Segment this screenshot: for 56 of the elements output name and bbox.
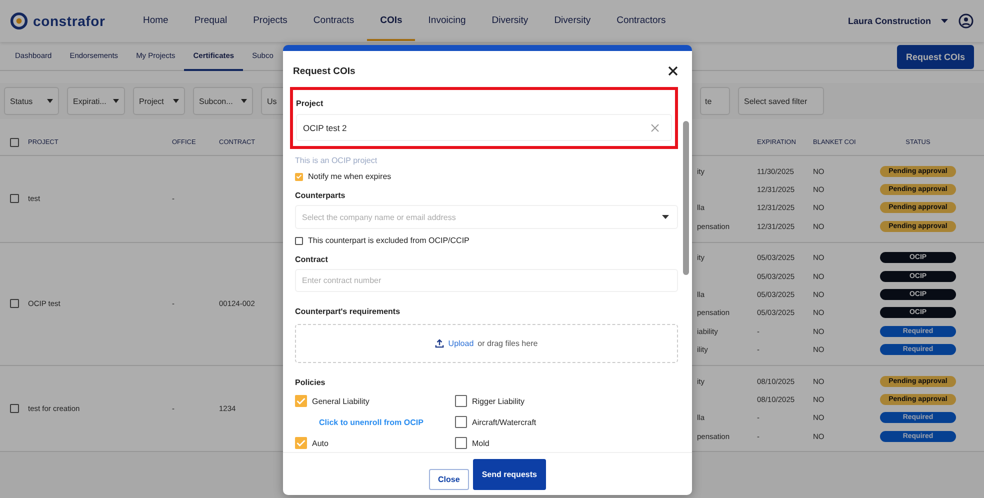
user-icon[interactable] — [958, 13, 974, 29]
field-label: Contract — [295, 255, 328, 264]
checkbox-label: Rigger Liability — [472, 396, 524, 406]
checkbox[interactable] — [455, 416, 467, 428]
caret-icon[interactable] — [941, 19, 948, 23]
checkbox[interactable] — [10, 299, 18, 308]
send-button[interactable]: Send requests — [472, 459, 546, 490]
field-label: Counterpart's requirements — [295, 306, 400, 316]
nav-link[interactable]: Invoicing — [415, 2, 479, 40]
nav-link[interactable]: Diversity — [541, 2, 604, 40]
nav-link[interactable]: Prequal — [181, 2, 240, 40]
close-icon[interactable] — [668, 66, 678, 76]
checkbox[interactable] — [455, 437, 467, 450]
checkbox-label: This counterpart is excluded from OCIP/CCIP — [308, 236, 470, 246]
nav-link[interactable]: Projects — [240, 2, 300, 40]
checkbox[interactable] — [10, 404, 18, 414]
close-button[interactable]: Close — [429, 469, 469, 490]
checkbox[interactable] — [455, 395, 467, 408]
filter-dropdown[interactable]: Expirati... — [67, 87, 125, 115]
caret-icon — [662, 215, 669, 220]
filter-dropdown[interactable]: te — [700, 87, 730, 115]
filter-dropdown[interactable]: Project — [133, 87, 185, 115]
nav-link[interactable]: COIs — [367, 2, 416, 40]
ocip-note: This is an OCIP project — [295, 156, 378, 165]
checkbox-label: Mold — [472, 438, 490, 448]
checkbox[interactable] — [10, 194, 18, 204]
nav-link[interactable]: Contracts — [300, 2, 368, 40]
upload-link[interactable]: Upload — [448, 338, 474, 348]
filter-dropdown[interactable]: Status — [4, 87, 59, 115]
checkbox-label: Auto — [312, 438, 328, 448]
checkbox[interactable] — [295, 395, 307, 408]
checkbox[interactable] — [295, 437, 307, 450]
checkbox-label: Notify me when expires — [308, 172, 392, 181]
field-label: Counterparts — [295, 191, 346, 200]
filter-dropdown[interactable]: Select saved filter — [738, 87, 824, 115]
nav-link[interactable]: Home — [130, 2, 182, 40]
nav-link[interactable]: Diversity — [478, 2, 542, 40]
filter-dropdown[interactable]: Subcon... — [193, 87, 253, 115]
checkbox[interactable] — [295, 172, 303, 180]
checkbox[interactable] — [10, 138, 18, 146]
checkbox[interactable] — [295, 236, 303, 245]
contract-input[interactable]: Enter contract number — [295, 269, 678, 292]
account-menu[interactable]: Laura Construction — [848, 16, 931, 26]
nav-link[interactable]: Contractors — [604, 2, 679, 40]
clear-icon[interactable] — [651, 124, 659, 132]
request-cois-button[interactable]: Request COIs — [896, 45, 974, 69]
dialog-title: Request COIs — [293, 66, 356, 76]
field-label: Policies — [295, 378, 326, 387]
logo-text: constrafor — [33, 13, 106, 29]
checkbox-label: Aircraft/Watercraft — [472, 418, 536, 427]
drop-hint: or drag files here — [478, 338, 538, 348]
logo-icon — [10, 12, 28, 30]
project-field[interactable]: OCIP test 2 — [296, 114, 672, 141]
checkbox-label: General Liability — [312, 396, 370, 406]
file-drop-zone[interactable]: Upload or drag files here — [295, 324, 678, 363]
upload-icon — [435, 338, 444, 348]
